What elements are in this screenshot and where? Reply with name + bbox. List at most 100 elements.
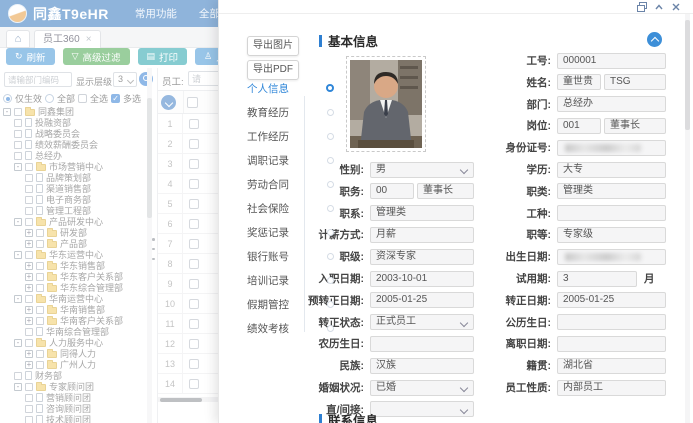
field-input[interactable]: 湖北省 xyxy=(557,358,666,374)
form-field-row: 入职日期: 2003-10-01 xyxy=(262,270,474,287)
field-label: 工号: xyxy=(449,53,551,68)
field-unit-label: 月 xyxy=(644,271,655,286)
field-select[interactable]: 男 xyxy=(370,162,474,178)
form-field-row: 职系:管理类 xyxy=(262,205,474,222)
dialog-scrollbar[interactable] xyxy=(685,14,690,423)
modal-backdrop xyxy=(0,0,218,423)
form-field-row: 试用期:3月 xyxy=(449,270,666,287)
field-control: 2005-01-25 xyxy=(370,292,474,308)
field-control: 男 xyxy=(370,162,474,178)
field-control: 000001 xyxy=(557,53,666,69)
field-label: 职级: xyxy=(262,249,364,264)
field-input-redacted[interactable] xyxy=(557,140,666,156)
form-field-row: 出生日期: xyxy=(449,248,666,265)
profile-nav-item[interactable]: 工作经历 xyxy=(247,124,309,148)
field-input-redacted[interactable] xyxy=(557,249,666,265)
field-input[interactable]: 汉族 xyxy=(370,358,474,374)
form-field-row: 职等:专家级 xyxy=(449,226,666,243)
field-input[interactable]: 资深专家 xyxy=(370,249,474,265)
field-input[interactable]: 管理类 xyxy=(557,183,666,199)
field-input[interactable]: 001 xyxy=(557,118,601,134)
field-control: 管理类 xyxy=(370,205,474,221)
form-field-row: 婚姻状况:已婚 xyxy=(262,379,474,396)
redacted-blur xyxy=(565,253,641,261)
field-control: 2003-10-01 xyxy=(370,271,474,287)
collapse-section-button[interactable] xyxy=(647,32,662,47)
field-label: 职务: xyxy=(262,184,364,199)
section-basic-info: 基本信息 xyxy=(319,31,378,50)
field-input[interactable]: 3 xyxy=(557,271,637,287)
close-window-icon[interactable] xyxy=(671,2,681,12)
field-input[interactable]: 管理类 xyxy=(370,205,474,221)
field-label: 部门: xyxy=(449,97,551,112)
field-input[interactable]: 童世贵 xyxy=(557,74,601,90)
form-field-row: 转正日期:2005-01-25 xyxy=(449,292,666,309)
field-label: 性别: xyxy=(262,162,364,177)
field-label: 预转正日期: xyxy=(262,293,364,308)
profile-nav-label: 工作经历 xyxy=(247,129,289,144)
nav-step-dot-icon xyxy=(327,253,334,260)
form-field-row: 籍贯:湖北省 xyxy=(449,357,666,374)
field-control: 资深专家 xyxy=(370,249,474,265)
form-field-row: 部门: 总经办 xyxy=(449,96,666,113)
profile-nav-item[interactable]: 个人信息 xyxy=(247,76,309,100)
field-input[interactable]: 内部员工 xyxy=(557,380,666,396)
field-input[interactable]: 2005-01-25 xyxy=(557,292,666,308)
field-input[interactable] xyxy=(557,336,666,352)
field-input[interactable] xyxy=(557,314,666,330)
field-label: 计薪方式: xyxy=(262,227,364,242)
form-field-row: 身份证号: xyxy=(449,139,666,156)
nav-step-dot-icon xyxy=(327,301,334,308)
field-control xyxy=(557,205,666,221)
form-field-row: 工种: xyxy=(449,205,666,222)
field-input[interactable]: 00 xyxy=(370,183,414,199)
field-select[interactable]: 已婚 xyxy=(370,380,474,396)
field-input[interactable]: 000001 xyxy=(557,53,666,69)
form-field-row: 学历:大专 xyxy=(449,161,666,178)
nav-step-dot-icon xyxy=(327,157,334,164)
field-input[interactable] xyxy=(370,336,474,352)
field-input[interactable]: 月薪 xyxy=(370,227,474,243)
field-input[interactable]: 2003-10-01 xyxy=(370,271,474,287)
restore-window-icon[interactable] xyxy=(637,2,647,12)
field-control: 湖北省 xyxy=(557,358,666,374)
nav-step-dot-icon xyxy=(326,84,334,92)
field-control: 2005-01-25 xyxy=(557,292,666,308)
field-input[interactable]: 专家级 xyxy=(557,227,666,243)
form-field-row: 计薪方式: 月薪 xyxy=(262,226,474,243)
profile-nav-item[interactable]: 教育经历 xyxy=(247,100,309,124)
field-input[interactable]: 董事长 xyxy=(604,118,666,134)
field-select[interactable]: 正式员工 xyxy=(370,314,474,330)
form-field-row: 预转正日期: 2005-01-25 xyxy=(262,292,474,309)
profile-nav-label: 个人信息 xyxy=(247,81,289,96)
field-control: 总经办 xyxy=(557,96,666,112)
field-control xyxy=(557,314,666,330)
field-label: 入职日期: xyxy=(262,271,364,286)
section-bar xyxy=(319,35,322,47)
form-field-row: 职务: 00董事长 xyxy=(262,183,474,200)
form-field-row: 职类:管理类 xyxy=(449,183,666,200)
field-input[interactable]: 2005-01-25 xyxy=(370,292,474,308)
field-control xyxy=(370,336,474,352)
field-input[interactable] xyxy=(557,205,666,221)
field-input[interactable]: TSG xyxy=(604,74,666,90)
field-control: 001董事长 xyxy=(557,118,666,134)
field-control: 月薪 xyxy=(370,227,474,243)
nav-step-dot-icon xyxy=(327,133,334,140)
nav-step-dot-icon xyxy=(327,325,334,332)
nav-step-dot-icon xyxy=(327,181,334,188)
collapse-window-icon[interactable] xyxy=(654,2,664,12)
nav-step-dot-icon xyxy=(327,109,334,116)
field-control xyxy=(557,249,666,265)
field-control: 3月 xyxy=(557,271,666,287)
field-input[interactable]: 董事长 xyxy=(417,183,474,199)
export-image-button[interactable]: 导出图片 xyxy=(247,36,299,56)
field-select[interactable] xyxy=(370,401,474,417)
field-control: 汉族 xyxy=(370,358,474,374)
field-control xyxy=(557,140,666,156)
form-field-row: 农历生日: xyxy=(262,335,474,352)
field-input[interactable]: 总经办 xyxy=(557,96,666,112)
field-label: 姓名: xyxy=(449,75,551,90)
field-input[interactable]: 大专 xyxy=(557,162,666,178)
field-control: 管理类 xyxy=(557,183,666,199)
